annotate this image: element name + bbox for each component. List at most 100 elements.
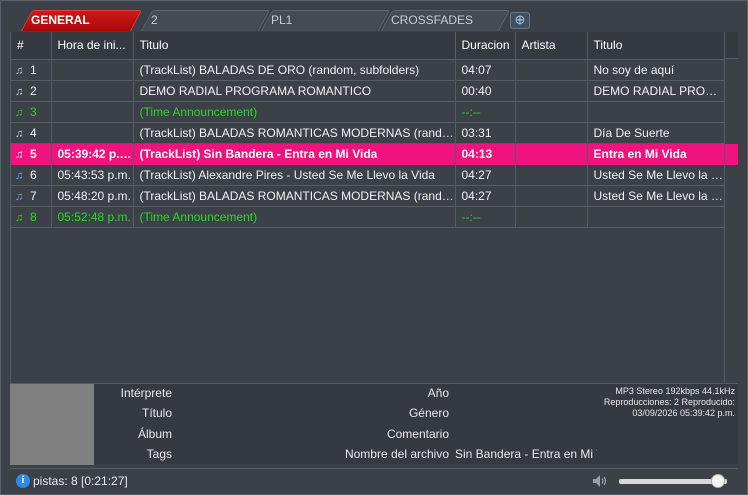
row-number: ♫ 5 bbox=[11, 143, 52, 165]
row-start-time: 05:43:53 p.m. bbox=[51, 164, 134, 186]
tab-crossfades[interactable]: CROSSFADES bbox=[381, 10, 511, 31]
col-header-start-time[interactable]: Hora de ini... bbox=[51, 32, 134, 60]
tab-general[interactable]: GENERAL bbox=[21, 10, 143, 31]
tab-label: 2 bbox=[151, 13, 158, 27]
tab-label: CROSSFADES bbox=[391, 13, 474, 27]
label-interprete: Intérprete bbox=[120, 386, 172, 400]
row-number: ♫ 2 bbox=[11, 80, 52, 102]
row-start-time bbox=[51, 80, 134, 102]
row-title-tag bbox=[587, 101, 726, 123]
row-number-label: 1 bbox=[30, 62, 37, 77]
row-duration: --:-- bbox=[455, 206, 516, 228]
player-window: GENERAL 2 PL1 CROSSFADES ⊕ # Hora de ini… bbox=[0, 0, 748, 495]
music-note-icon: ♫ bbox=[15, 127, 24, 140]
row-number-label: 2 bbox=[30, 83, 37, 98]
tab-label: GENERAL bbox=[31, 13, 90, 27]
tech-last-played: 03/09/2026 05:39:42 p.m. bbox=[632, 408, 735, 418]
music-note-icon: ♫ bbox=[15, 169, 24, 182]
row-number-label: 8 bbox=[30, 209, 37, 224]
row-artist bbox=[515, 122, 588, 144]
col-header-duration[interactable]: Duracion bbox=[455, 32, 516, 60]
label-album: Álbum bbox=[137, 427, 172, 441]
playlist-row[interactable]: ♫ 3 (Time Announcement) --:-- bbox=[11, 101, 726, 123]
row-number-label: 4 bbox=[30, 125, 37, 140]
label-comentario: Comentario bbox=[386, 427, 449, 441]
row-duration: --:-- bbox=[455, 101, 516, 123]
row-artist bbox=[515, 101, 588, 123]
row-artist bbox=[515, 59, 588, 81]
row-number: ♫ 6 bbox=[11, 164, 52, 186]
row-number-label: 5 bbox=[30, 146, 37, 161]
row-duration: 04:27 bbox=[455, 164, 516, 186]
row-start-time bbox=[51, 122, 134, 144]
playlist-row[interactable]: ♫ 5 05:39:42 p.m. (TrackList) Sin Bandera -… bbox=[11, 143, 726, 165]
music-note-icon: ♫ bbox=[15, 106, 24, 119]
add-tab-button[interactable]: ⊕ bbox=[510, 12, 530, 29]
row-start-time: 05:39:42 p.m. bbox=[51, 143, 134, 165]
row-duration: 04:13 bbox=[455, 143, 516, 165]
row-title: (Time Announcement) bbox=[133, 101, 456, 123]
row-duration: 04:07 bbox=[455, 59, 516, 81]
row-title-tag: Entra en Mi Vida bbox=[587, 143, 726, 165]
row-artist bbox=[515, 164, 588, 186]
label-filename: Nombre del archivo bbox=[344, 447, 449, 461]
playlist-row[interactable]: ♫ 6 05:43:53 p.m. (TrackList) Alexandre Pir… bbox=[11, 164, 726, 186]
info-icon: i bbox=[16, 474, 30, 488]
row-title: DEMO RADIAL PROGRAMA ROMANTICO bbox=[133, 80, 456, 102]
tab-pl1[interactable]: PL1 bbox=[261, 10, 391, 31]
row-title-tag bbox=[587, 206, 726, 228]
music-note-icon: ♫ bbox=[15, 64, 24, 77]
playlist-row[interactable]: ♫ 8 05:52:48 p.m. (Time Announcement) --:-- bbox=[11, 206, 726, 228]
tab-label: PL1 bbox=[271, 13, 293, 27]
row-number-label: 3 bbox=[30, 104, 37, 119]
row-title-tag: Usted Se Me Llevo la Vida bbox=[587, 164, 726, 186]
playlist-row[interactable]: ♫ 7 05:48:20 p.m. (TrackList) BALADAS ROMAN… bbox=[11, 185, 726, 207]
row-title-tag: Día De Suerte bbox=[587, 122, 726, 144]
playlist-row[interactable]: ♫ 4 (TrackList) BALADAS ROMANTICAS MODERNA… bbox=[11, 122, 726, 144]
playlist-row[interactable]: ♫ 2 DEMO RADIAL PROGRAMA ROMANTICO 00:40 DEM… bbox=[11, 80, 726, 102]
row-title: (TrackList) Sin Bandera - Entra en Mi Vi… bbox=[133, 143, 456, 165]
music-note-icon: ♫ bbox=[15, 211, 24, 224]
tech-format: MP3 Stereo 192kbps 44.1kHz bbox=[615, 386, 735, 396]
tab-2[interactable]: 2 bbox=[141, 10, 271, 31]
grid-right-edge bbox=[724, 32, 738, 383]
album-cover bbox=[10, 384, 94, 465]
row-number-label: 7 bbox=[30, 188, 37, 203]
row-start-time bbox=[51, 59, 134, 81]
status-bar: i pistas: 8 [0:21:27] bbox=[10, 468, 738, 492]
col-header-artist[interactable]: Artista bbox=[515, 32, 588, 60]
volume-slider-thumb[interactable] bbox=[711, 474, 726, 488]
music-note-icon: ♫ bbox=[15, 148, 24, 161]
track-count: pistas: 8 [0:21:27] bbox=[33, 474, 128, 488]
row-number: ♫ 8 bbox=[11, 206, 52, 228]
playlist-row[interactable]: ♫ 1 (TrackList) BALADAS DE ORO (random, su… bbox=[11, 59, 726, 81]
label-titulo: Título bbox=[141, 406, 172, 420]
row-artist bbox=[515, 80, 588, 102]
speaker-icon[interactable] bbox=[592, 474, 608, 488]
row-start-time: 05:48:20 p.m. bbox=[51, 185, 134, 207]
row-title-tag: Usted Se Me Llevo la Vida bbox=[587, 185, 726, 207]
music-note-icon: ♫ bbox=[15, 85, 24, 98]
row-duration: 00:40 bbox=[455, 80, 516, 102]
col-header-number[interactable]: # bbox=[11, 32, 52, 60]
label-ano: Año bbox=[427, 386, 449, 400]
row-number-label: 6 bbox=[30, 167, 37, 182]
playlist-grid[interactable]: # Hora de ini... Titulo Duracion Artista… bbox=[10, 32, 726, 383]
label-tags: Tags bbox=[146, 447, 172, 461]
col-header-title[interactable]: Titulo bbox=[133, 32, 456, 60]
row-number: ♫ 7 bbox=[11, 185, 52, 207]
row-number: ♫ 1 bbox=[11, 59, 52, 81]
row-title: (TrackList) BALADAS ROMANTICAS MODERNAS … bbox=[133, 122, 456, 144]
row-duration: 04:27 bbox=[455, 185, 516, 207]
col-header-title-tag[interactable]: Titulo bbox=[587, 32, 726, 60]
track-info-panel: Intérprete Título Álbum Tags Año Género … bbox=[10, 383, 738, 465]
row-artist bbox=[515, 185, 588, 207]
row-start-time bbox=[51, 101, 134, 123]
plus-icon: ⊕ bbox=[514, 12, 526, 27]
row-title-tag: No soy de aquí bbox=[587, 59, 726, 81]
row-title: (Time Announcement) bbox=[133, 206, 456, 228]
row-number: ♫ 3 bbox=[11, 101, 52, 123]
row-title: (TrackList) BALADAS ROMANTICAS MODERNAS … bbox=[133, 185, 456, 207]
row-artist bbox=[515, 143, 588, 165]
row-duration: 03:31 bbox=[455, 122, 516, 144]
